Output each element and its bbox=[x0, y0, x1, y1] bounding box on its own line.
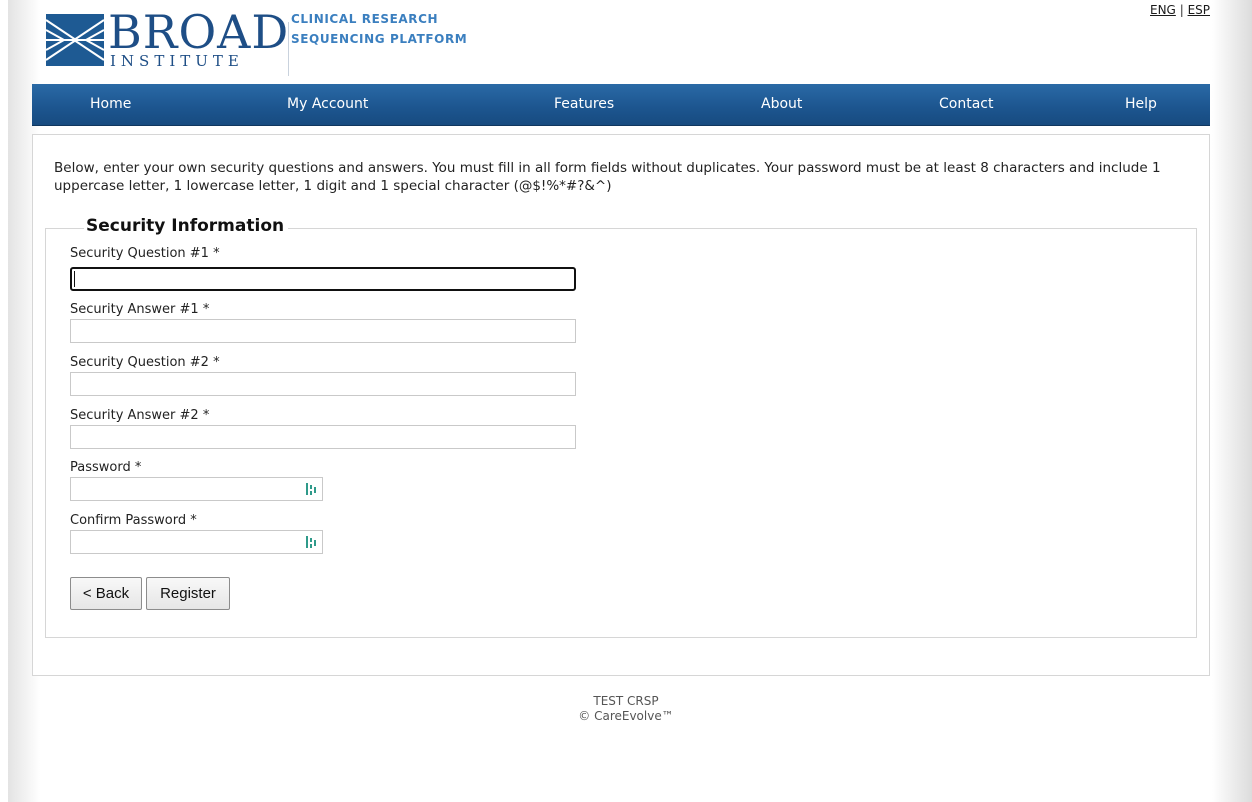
nav-about[interactable]: About bbox=[761, 96, 802, 112]
security-answer-2-label: Security Answer #2 * bbox=[70, 408, 210, 423]
lang-eng-link[interactable]: ENG bbox=[1150, 3, 1176, 17]
password-manager-icon[interactable] bbox=[305, 482, 317, 496]
main-nav: Home My Account Features About Contact H… bbox=[32, 84, 1210, 126]
nav-my-account[interactable]: My Account bbox=[287, 96, 368, 112]
lang-esp-link[interactable]: ESP bbox=[1188, 3, 1210, 17]
broad-institute-logo[interactable]: BROAD INSTITUTE bbox=[46, 5, 290, 76]
security-question-1-input[interactable] bbox=[70, 267, 576, 291]
logo-divider bbox=[288, 22, 289, 76]
security-question-2-input[interactable] bbox=[70, 372, 576, 396]
logo-wordmark: BROAD bbox=[108, 5, 290, 59]
confirm-password-label: Confirm Password * bbox=[70, 513, 197, 528]
instructions-text: Below, enter your own security questions… bbox=[54, 160, 1161, 194]
site-header: BROAD INSTITUTE CLINICAL RESEARCH SEQUEN… bbox=[32, 0, 1212, 84]
window-edge bbox=[0, 0, 8, 802]
footer-copyright: © CareEvolve™ bbox=[578, 709, 674, 723]
nav-features[interactable]: Features bbox=[554, 96, 614, 112]
fieldset-legend: Security Information bbox=[84, 216, 289, 236]
security-answer-1-input[interactable] bbox=[70, 319, 576, 343]
footer-env-label: TEST CRSP bbox=[593, 694, 659, 708]
security-question-1-label: Security Question #1 * bbox=[70, 246, 220, 261]
nav-home[interactable]: Home bbox=[90, 96, 131, 112]
platform-title-line1: CLINICAL RESEARCH bbox=[291, 12, 439, 26]
security-answer-2-input[interactable] bbox=[70, 425, 576, 449]
back-button[interactable]: < Back bbox=[70, 577, 142, 610]
nav-help[interactable]: Help bbox=[1125, 96, 1157, 112]
lang-separator: | bbox=[1179, 3, 1184, 17]
content-panel: Below, enter your own security questions… bbox=[32, 134, 1210, 676]
security-information-fieldset: Security Information Security Question #… bbox=[45, 216, 1197, 638]
platform-title: CLINICAL RESEARCH SEQUENCING PLATFORM bbox=[291, 9, 467, 49]
password-label: Password * bbox=[70, 460, 142, 475]
password-manager-icon[interactable] bbox=[305, 535, 317, 549]
text-caret bbox=[74, 271, 75, 287]
site-footer: TEST CRSP © CareEvolve™ bbox=[0, 694, 1252, 724]
language-switcher: ENG | ESP bbox=[1150, 3, 1210, 17]
password-field[interactable] bbox=[70, 477, 323, 501]
broad-logo-icon bbox=[46, 14, 104, 66]
logo-subtitle: INSTITUTE bbox=[110, 52, 244, 70]
confirm-password-field[interactable] bbox=[70, 530, 323, 554]
security-question-2-label: Security Question #2 * bbox=[70, 355, 220, 370]
register-button[interactable]: Register bbox=[146, 577, 230, 610]
security-answer-1-label: Security Answer #1 * bbox=[70, 302, 210, 317]
nav-contact[interactable]: Contact bbox=[939, 96, 993, 112]
platform-title-line2: SEQUENCING PLATFORM bbox=[291, 32, 468, 46]
